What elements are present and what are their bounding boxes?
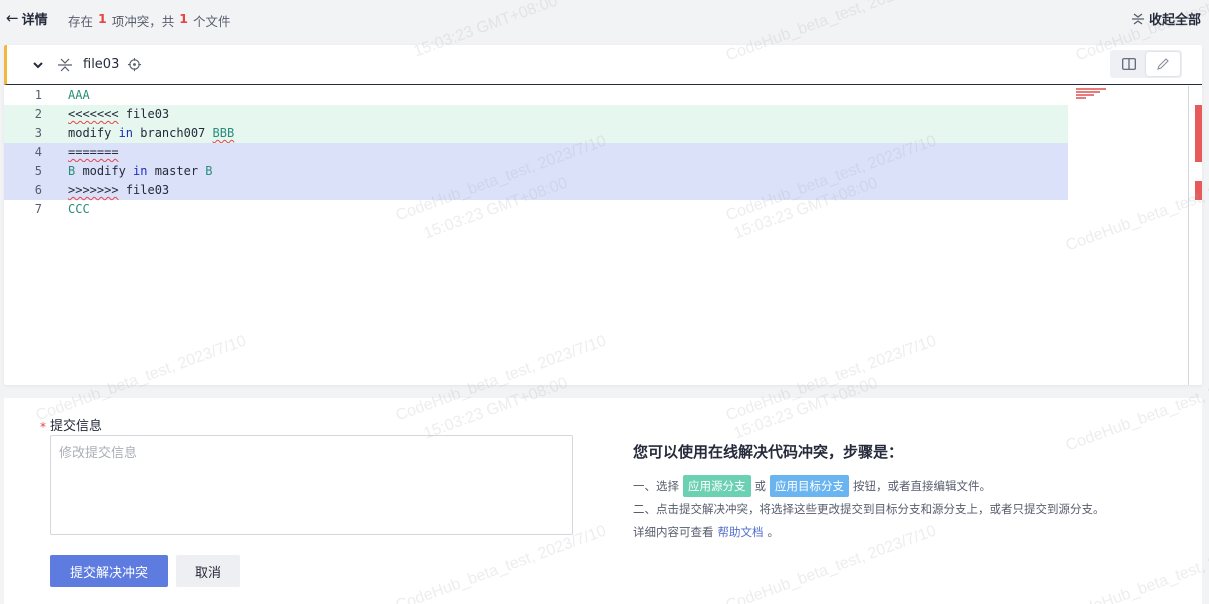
top-bar: ← 详情 存在 1 项冲突，共 1 个文件 收起全部 bbox=[0, 0, 1209, 38]
line-text: B modify in master B bbox=[68, 164, 213, 178]
conflict-marker-label: file03 bbox=[125, 107, 170, 121]
step-three: 详细内容可查看 帮助文档。 bbox=[633, 520, 1193, 543]
collapse-all-button[interactable]: 收起全部 bbox=[1131, 9, 1201, 28]
code-line-current-marker: 2 <<<<<<< file03 bbox=[4, 105, 1068, 124]
step-two: 二、点击提交解决冲突，将选择这些更改提交到目标分支和源分支上，或者只提交到源分支… bbox=[633, 501, 1105, 516]
commit-panel: * 提交信息 提交解决冲突 取消 您可以使用在线解决代码冲突，步骤是： 一、选择… bbox=[4, 398, 1202, 604]
collapse-icon bbox=[1131, 12, 1144, 25]
chevron-down-icon[interactable] bbox=[31, 58, 45, 72]
line-number: 1 bbox=[34, 88, 42, 102]
code-line: 7 CCC bbox=[4, 200, 1068, 219]
steps-title: 您可以使用在线解决代码冲突，步骤是： bbox=[633, 443, 904, 461]
summary-suffix: 个文件 bbox=[192, 14, 231, 29]
step-one-prefix: 一、选择 bbox=[633, 478, 679, 493]
submit-resolve-button[interactable]: 提交解决冲突 bbox=[50, 555, 168, 587]
line-number: 2 bbox=[34, 107, 42, 121]
summary-mid: 项冲突，共 bbox=[111, 14, 175, 29]
step-one-suffix: 按钮，或者直接编辑文件。 bbox=[853, 478, 991, 493]
step-three-suffix: 。 bbox=[767, 524, 780, 539]
fold-icon[interactable] bbox=[57, 57, 73, 73]
line-text: ======= bbox=[68, 145, 119, 159]
line-text: modify in branch007 BBB bbox=[68, 126, 235, 140]
line-number: 7 bbox=[34, 202, 42, 216]
code-line: 1 AAA bbox=[4, 86, 1068, 105]
minimap-line bbox=[1076, 88, 1106, 90]
help-doc-link[interactable]: 帮助文档 bbox=[718, 524, 764, 540]
file-header: file03 bbox=[4, 45, 1202, 85]
line-number: 5 bbox=[34, 164, 42, 178]
split-view-button[interactable] bbox=[1112, 52, 1146, 76]
required-mark: * bbox=[40, 420, 46, 434]
back-label: 详情 bbox=[21, 13, 48, 28]
code-editor[interactable]: 1 AAA 2 <<<<<<< file03 3 modify in branc… bbox=[4, 86, 1068, 385]
commit-message-input[interactable] bbox=[50, 435, 573, 535]
apply-source-tag: 应用源分支 bbox=[683, 474, 751, 497]
arrow-left-icon: ← bbox=[6, 9, 19, 27]
conflict-marker-label: file03 bbox=[125, 183, 170, 197]
code-line-separator: 4 ======= bbox=[4, 143, 1068, 162]
minimap-line bbox=[1076, 94, 1094, 96]
code-line-incoming: 5 B modify in master B bbox=[4, 162, 1068, 181]
line-text: >>>>>>> file03 bbox=[68, 181, 169, 200]
overview-ruler-conflict-mark bbox=[1195, 105, 1202, 162]
locate-icon[interactable] bbox=[127, 57, 142, 72]
line-number: 4 bbox=[34, 145, 42, 159]
file-name: file03 bbox=[83, 57, 120, 72]
conflict-file-card: file03 1 AAA 2 <<<<<<< file03 3 modify i… bbox=[4, 45, 1202, 385]
edit-view-button[interactable] bbox=[1146, 52, 1180, 76]
conflict-marker-start: <<<<<<< bbox=[68, 107, 119, 121]
split-view-icon bbox=[1122, 58, 1136, 70]
commit-message-label: 提交信息 bbox=[50, 419, 103, 434]
line-text: AAA bbox=[68, 88, 90, 102]
code-line-current: 3 modify in branch007 BBB bbox=[4, 124, 1068, 143]
pencil-icon bbox=[1157, 58, 1169, 70]
resolve-steps: 您可以使用在线解决代码冲突，步骤是： 一、选择 应用源分支 或 应用目标分支 按… bbox=[633, 441, 1193, 543]
step-one-or: 或 bbox=[754, 478, 767, 493]
conflict-summary: 存在 1 项冲突，共 1 个文件 bbox=[68, 11, 230, 30]
apply-target-tag: 应用目标分支 bbox=[770, 474, 849, 497]
scrollbar-track[interactable] bbox=[1188, 86, 1189, 385]
collapse-all-label: 收起全部 bbox=[1148, 13, 1201, 28]
overview-ruler-conflict-mark bbox=[1195, 181, 1202, 200]
minimap[interactable] bbox=[1074, 86, 1188, 385]
back-button[interactable]: ← 详情 bbox=[6, 9, 48, 29]
line-text: <<<<<<< file03 bbox=[68, 105, 169, 124]
minimap-line bbox=[1076, 91, 1100, 93]
code-line-incoming-marker: 6 >>>>>>> file03 bbox=[4, 181, 1068, 200]
summary-prefix: 存在 bbox=[68, 14, 94, 29]
line-number: 3 bbox=[34, 126, 42, 140]
minimap-line bbox=[1076, 97, 1086, 99]
conflict-count: 1 bbox=[98, 11, 107, 26]
conflict-marker-end: >>>>>>> bbox=[68, 183, 119, 197]
view-mode-toggle bbox=[1110, 50, 1182, 78]
step-three-prefix: 详细内容可查看 bbox=[633, 524, 714, 539]
line-text: CCC bbox=[68, 202, 90, 216]
cancel-button[interactable]: 取消 bbox=[176, 555, 240, 587]
file-count: 1 bbox=[179, 11, 188, 26]
line-number: 6 bbox=[34, 183, 42, 197]
step-one: 一、选择 应用源分支 或 应用目标分支 按钮，或者直接编辑文件。 bbox=[633, 474, 1193, 497]
